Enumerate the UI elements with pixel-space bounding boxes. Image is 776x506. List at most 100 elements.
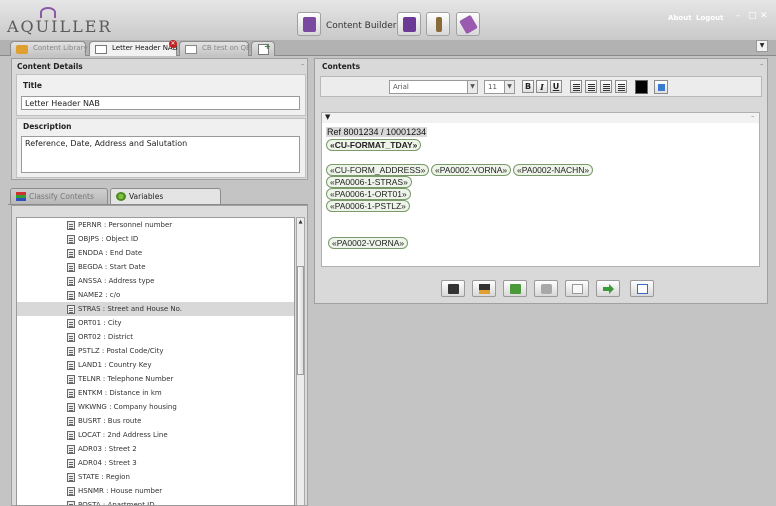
scrollbar-thumb[interactable] <box>297 266 304 375</box>
variable-tag[interactable]: «PA0002-VORNA» <box>328 237 409 249</box>
list-item[interactable]: ORT01 : City <box>17 316 294 330</box>
document-icon <box>95 45 107 54</box>
variable-tag[interactable]: «CU-FORM_ADDRESS» <box>326 164 430 176</box>
save-as-button[interactable] <box>472 280 496 297</box>
minimize-icon[interactable]: – <box>736 11 741 21</box>
tab-close-icon[interactable]: ✕ <box>169 40 177 48</box>
list-item-label: ENDDA : End Date <box>78 249 143 257</box>
list-item[interactable]: LOCAT : 2nd Address Line <box>17 428 294 442</box>
field-icon <box>67 459 75 468</box>
tab-label: CB test on QES <box>202 44 255 52</box>
list-item-label: NAME2 : c/o <box>78 291 121 299</box>
underline-button[interactable]: U <box>550 80 562 93</box>
list-item[interactable]: ADR04 : Street 3 <box>17 456 294 470</box>
preview-button[interactable] <box>630 280 654 297</box>
bold-button[interactable]: B <box>522 80 534 93</box>
text-color-swatch[interactable] <box>635 80 648 94</box>
about-link[interactable]: About <box>668 14 692 22</box>
save-button[interactable] <box>441 280 465 297</box>
align-right-button[interactable] <box>600 80 612 93</box>
list-item[interactable]: ORT02 : District <box>17 330 294 344</box>
list-item[interactable]: STATE : Region <box>17 470 294 484</box>
trash-icon <box>541 284 552 294</box>
variable-tag[interactable]: «PA0006-1-ORT01» <box>326 188 411 200</box>
list-item[interactable]: WKWNG : Company housing <box>17 400 294 414</box>
align-center-button[interactable] <box>585 80 597 93</box>
variable-tag[interactable]: «PA0006-1-PSTLZ» <box>326 200 410 212</box>
edit-icon[interactable] <box>426 12 450 36</box>
list-item-label: POSTA : Apartment ID <box>78 501 155 506</box>
classify-icon <box>16 192 26 201</box>
variable-tag[interactable]: «PA0002-VORNA» <box>431 164 512 176</box>
new-tab-button[interactable]: + <box>251 41 275 56</box>
field-icon <box>67 305 75 314</box>
export-icon <box>510 284 521 294</box>
italic-button[interactable]: I <box>536 80 548 93</box>
list-item[interactable]: TELNR : Telephone Number <box>17 372 294 386</box>
tab-label: Variables <box>129 192 164 201</box>
list-item-label: ADR04 : Street 3 <box>78 459 137 467</box>
tab-content-library[interactable]: Content Library <box>10 41 88 56</box>
justify-button[interactable] <box>615 80 627 93</box>
title-input[interactable]: Letter Header NAB <box>21 96 300 110</box>
logout-link[interactable]: Logout <box>696 14 723 22</box>
list-item[interactable]: STRAS : Street and House No. <box>17 302 294 316</box>
delete-button[interactable] <box>534 280 558 297</box>
description-textarea[interactable]: Reference, Date, Address and Salutation <box>21 136 300 173</box>
maximize-icon[interactable]: □ <box>748 11 757 21</box>
list-item[interactable]: HSNMR : House number <box>17 484 294 498</box>
variable-tag[interactable]: «PA0006-1-STRAS» <box>326 176 412 188</box>
new-document-icon <box>572 284 583 294</box>
collapse-icon[interactable]: – <box>301 60 305 68</box>
list-item[interactable]: PSTLZ : Postal Code/City <box>17 344 294 358</box>
variable-tag[interactable]: «PA0002-NACHN» <box>513 164 594 176</box>
variable-tag[interactable]: «CU-FORMAT_TDAY» <box>326 139 422 151</box>
list-item[interactable]: BUSRT : Bus route <box>17 414 294 428</box>
image-icon <box>658 84 665 91</box>
list-item[interactable]: ADR03 : Street 2 <box>17 442 294 456</box>
save-as-icon <box>479 284 490 294</box>
content-builder-label[interactable]: Content Builder <box>326 21 396 31</box>
reference-line[interactable]: Ref 8001234 / 10001234 <box>326 127 428 137</box>
list-item[interactable]: ENTKM : Distance in km <box>17 386 294 400</box>
field-icon <box>67 487 75 496</box>
list-item[interactable]: POSTA : Apartment ID <box>17 498 294 506</box>
editor-minimize-icon[interactable]: – <box>751 112 755 120</box>
tab-cb-test-on-qes[interactable]: CB test on QES <box>179 41 255 56</box>
list-item[interactable]: NAME2 : c/o <box>17 288 294 302</box>
list-item[interactable]: BEGDA : Start Date <box>17 260 294 274</box>
font-value: Arial <box>393 83 409 91</box>
export-button[interactable] <box>503 280 527 297</box>
forward-button[interactable] <box>596 280 620 297</box>
chevron-down-icon: ▼ <box>467 81 477 93</box>
eraser-icon[interactable] <box>456 12 480 36</box>
list-item[interactable]: ANSSA : Address type <box>17 274 294 288</box>
field-icon <box>67 417 75 426</box>
scroll-up-icon[interactable]: ▲ <box>297 218 304 226</box>
field-icon <box>67 445 75 454</box>
list-item[interactable]: LAND1 : Country Key <box>17 358 294 372</box>
list-item[interactable]: PERNR : Personnel number <box>17 218 294 232</box>
list-item[interactable]: ENDDA : End Date <box>17 246 294 260</box>
top-bar <box>0 0 776 40</box>
contents-header: Contents <box>322 62 361 71</box>
align-left-button[interactable] <box>570 80 582 93</box>
field-icon <box>67 263 75 272</box>
new-document-button[interactable] <box>565 280 589 297</box>
tab-classify-contents[interactable]: Classify Contents <box>10 188 108 204</box>
tab-letter-header-nab[interactable]: Letter Header NAB <box>89 41 178 56</box>
tab-label: Content Library <box>33 44 88 52</box>
collapse-icon[interactable]: – <box>760 60 764 68</box>
title-label: Title <box>23 81 42 90</box>
editor-collapse-icon[interactable]: ▼ <box>325 113 330 121</box>
field-icon <box>67 291 75 300</box>
font-select[interactable]: Arial ▼ <box>389 80 478 94</box>
tab-menu-dropdown[interactable]: ▼ <box>756 40 768 52</box>
library-icon[interactable] <box>397 12 421 36</box>
tab-variables[interactable]: Variables <box>110 188 221 204</box>
close-icon[interactable]: ✕ <box>760 11 768 21</box>
content-builder-icon[interactable] <box>297 12 321 36</box>
insert-image-button[interactable] <box>654 80 668 94</box>
font-size-select[interactable]: 11 ▼ <box>484 80 515 94</box>
list-item[interactable]: OBJPS : Object ID <box>17 232 294 246</box>
